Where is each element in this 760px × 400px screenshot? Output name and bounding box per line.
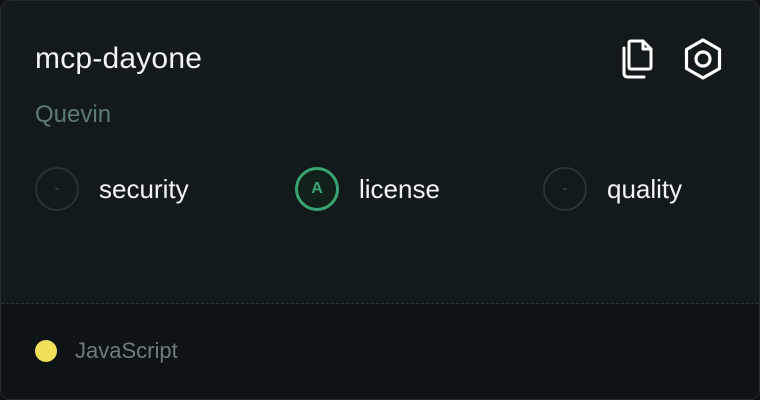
settings-button[interactable] — [681, 37, 725, 81]
metric-security[interactable]: - security — [35, 165, 189, 213]
security-badge: - — [35, 167, 79, 211]
server-card[interactable]: mcp-dayone Quevin - security A license -… — [0, 0, 760, 400]
card-footer: JavaScript — [1, 304, 759, 399]
quality-label: quality — [607, 174, 683, 204]
author-name[interactable]: Quevin — [35, 99, 111, 131]
language-label: JavaScript — [75, 338, 178, 363]
copy-icon — [616, 37, 660, 81]
settings-icon — [681, 37, 725, 81]
security-label: security — [99, 174, 189, 204]
copy-button[interactable] — [616, 37, 660, 81]
quality-badge: - — [543, 167, 587, 211]
language-color-dot — [35, 340, 57, 362]
license-badge: A — [295, 167, 339, 211]
card-title[interactable]: mcp-dayone — [35, 39, 202, 79]
metric-quality[interactable]: - quality — [543, 165, 682, 213]
metric-license[interactable]: A license — [295, 165, 440, 213]
license-label: license — [359, 174, 440, 204]
